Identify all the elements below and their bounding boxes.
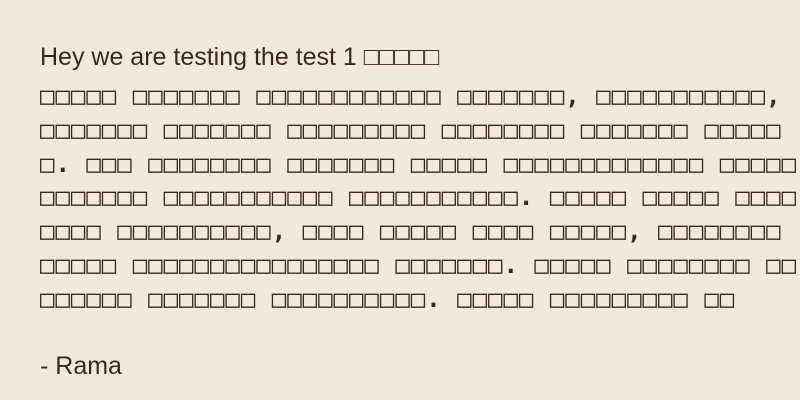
quote-card: Hey we are testing the test 1 □□□□□ □□□□… [0, 0, 800, 400]
quote-title: Hey we are testing the test 1 □□□□□ [40, 43, 440, 71]
quote-author: - Rama [40, 352, 122, 380]
quote-body: □□□□□ □□□□□□□ □□□□□□□□□□□□ □□□□□□□, □□□□… [40, 82, 798, 313]
